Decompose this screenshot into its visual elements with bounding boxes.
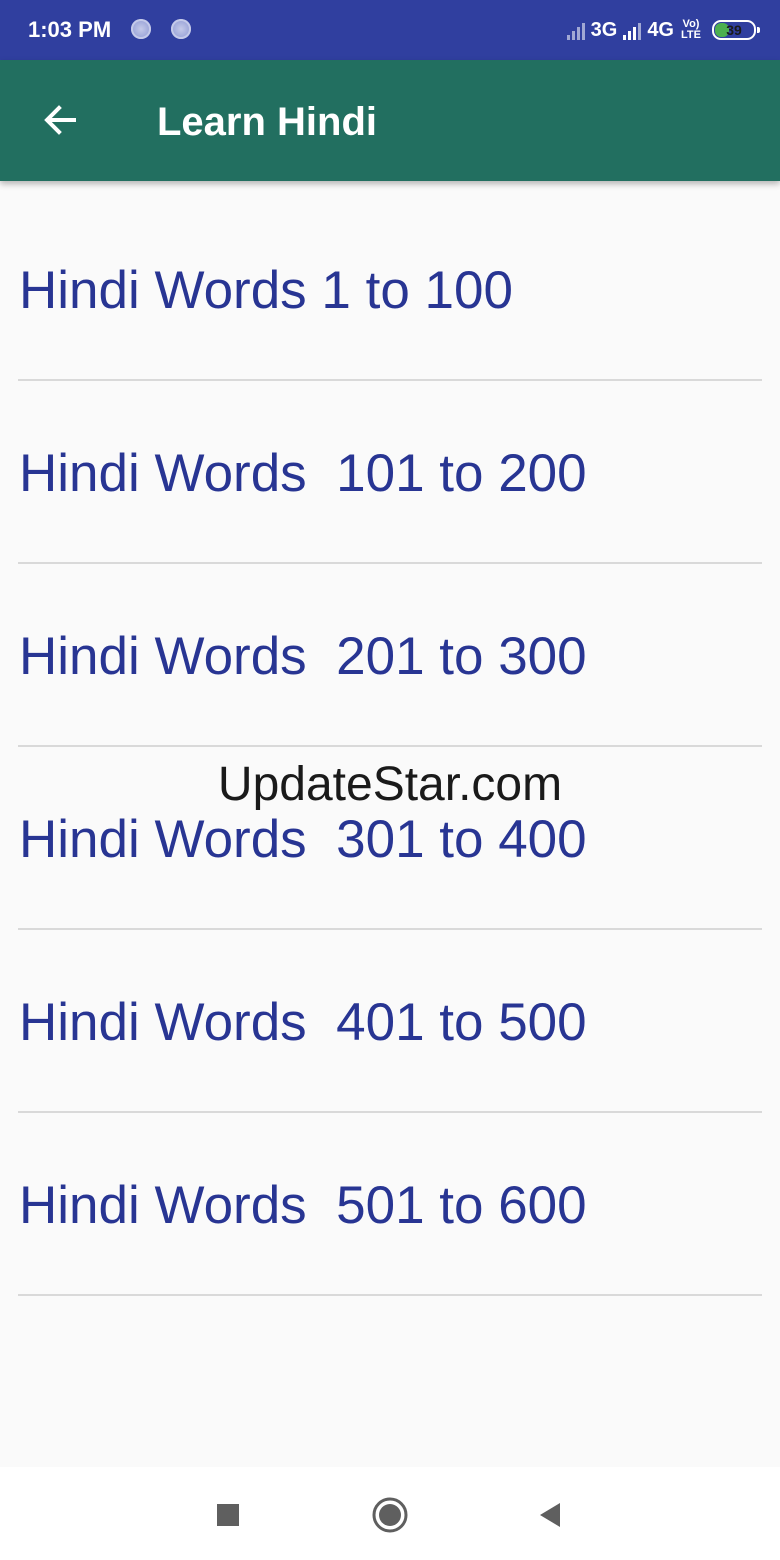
circle-home-icon xyxy=(372,1497,408,1533)
status-indicators: 3G 4G Vo) LTE 39 xyxy=(566,14,760,46)
list-item-words-201-300[interactable]: Hindi Words 201 to 300 xyxy=(0,564,780,747)
status-time: 1:03 PM xyxy=(28,17,112,42)
network-type-3g: 3G xyxy=(590,19,618,41)
list-item-words-401-500[interactable]: Hindi Words 401 to 500 xyxy=(0,930,780,1113)
list-item-label: Hindi Words 201 to 300 xyxy=(19,627,587,686)
status-bar: 1:03 PM 3G 4G Vo) LTE 39 xyxy=(0,0,780,60)
volte-indicator: Vo) LTE xyxy=(680,19,702,41)
list-item-label: Hindi Words 301 to 400 xyxy=(19,810,587,869)
page-title: Learn Hindi xyxy=(157,100,378,144)
list-item-label: Hindi Words 1 to 100 xyxy=(19,261,513,320)
arrow-left-icon xyxy=(44,105,76,135)
square-recents-icon xyxy=(217,1504,239,1526)
battery-icon: 39 xyxy=(712,20,760,40)
signal-icon xyxy=(566,20,585,40)
triangle-back-icon xyxy=(540,1503,560,1527)
divider xyxy=(18,1294,762,1296)
list-item-label: Hindi Words 501 to 600 xyxy=(19,1176,587,1235)
network-type-4g: 4G xyxy=(647,19,674,41)
volte-bottom-label: LTE xyxy=(681,29,701,41)
word-range-list: Hindi Words 1 to 100 Hindi Words 101 to … xyxy=(0,198,780,1296)
notification-dot-icon xyxy=(131,19,151,39)
list-item-label: Hindi Words 401 to 500 xyxy=(19,993,587,1052)
system-back-button[interactable] xyxy=(522,1487,578,1543)
recents-button[interactable] xyxy=(200,1487,256,1543)
signal-icon xyxy=(623,20,642,40)
system-nav-bar xyxy=(0,1467,780,1560)
list-item-words-101-200[interactable]: Hindi Words 101 to 200 xyxy=(0,381,780,564)
notification-dot-icon xyxy=(171,19,191,39)
app-bar: Learn Hindi xyxy=(0,60,780,181)
watermark: UpdateStar.com xyxy=(217,758,563,811)
list-item-words-1-100[interactable]: Hindi Words 1 to 100 xyxy=(0,198,780,381)
home-button[interactable] xyxy=(362,1487,418,1543)
list-item-label: Hindi Words 101 to 200 xyxy=(19,444,587,503)
list-item-words-501-600[interactable]: Hindi Words 501 to 600 xyxy=(0,1113,780,1296)
back-button[interactable] xyxy=(30,90,90,150)
battery-level: 39 xyxy=(726,22,742,38)
